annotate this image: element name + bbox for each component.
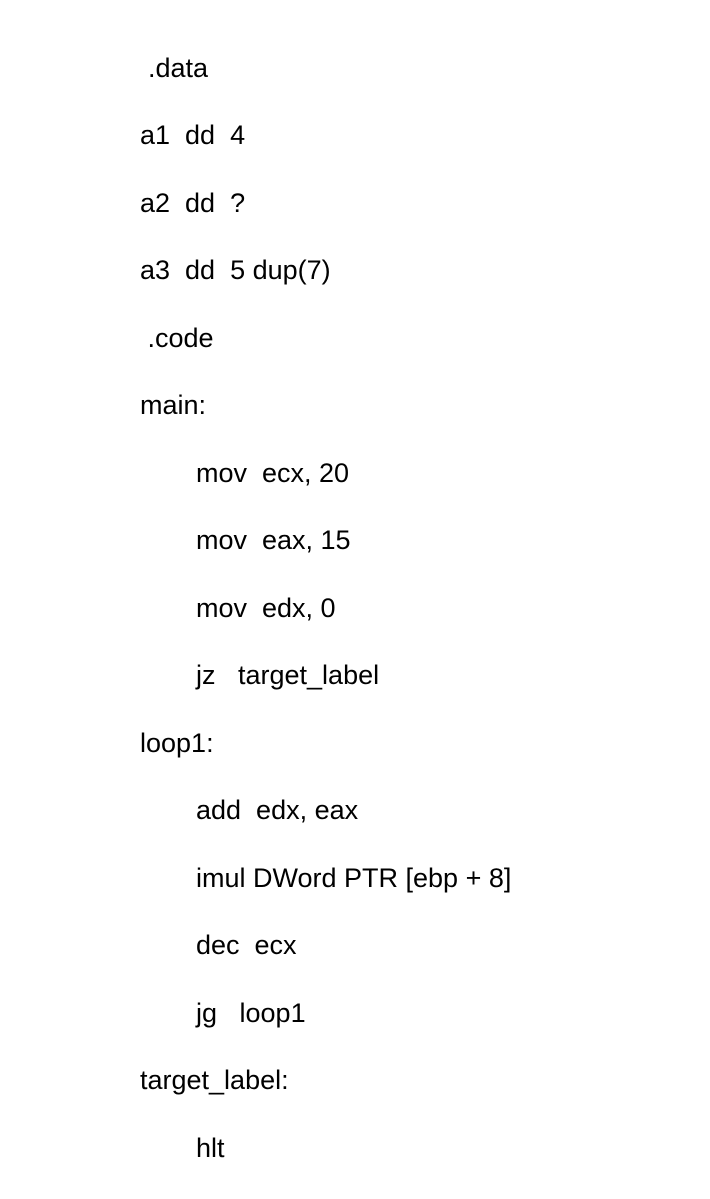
code-line: loop1:: [140, 727, 710, 761]
code-line: hlt: [140, 1132, 710, 1166]
code-line: jz target_label: [140, 659, 710, 693]
code-line: a3 dd 5 dup(7): [140, 254, 710, 288]
code-line: mov ecx, 20: [140, 457, 710, 491]
code-line: imul DWord PTR [ebp + 8]: [140, 862, 710, 896]
code-line: mov edx, 0: [140, 592, 710, 626]
code-line: a2 dd ?: [140, 187, 710, 221]
code-line: a1 dd 4: [140, 119, 710, 153]
code-line: target_label:: [140, 1064, 710, 1098]
code-line: add edx, eax: [140, 794, 710, 828]
code-line: mov eax, 15: [140, 524, 710, 558]
code-line: main:: [140, 389, 710, 423]
code-line: .data: [140, 52, 710, 86]
assembly-code-block: .data a1 dd 4 a2 dd ? a3 dd 5 dup(7) .co…: [140, 18, 710, 1199]
code-line: jg loop1: [140, 997, 710, 1031]
code-line: dec ecx: [140, 929, 710, 963]
code-line: .code: [140, 322, 710, 356]
